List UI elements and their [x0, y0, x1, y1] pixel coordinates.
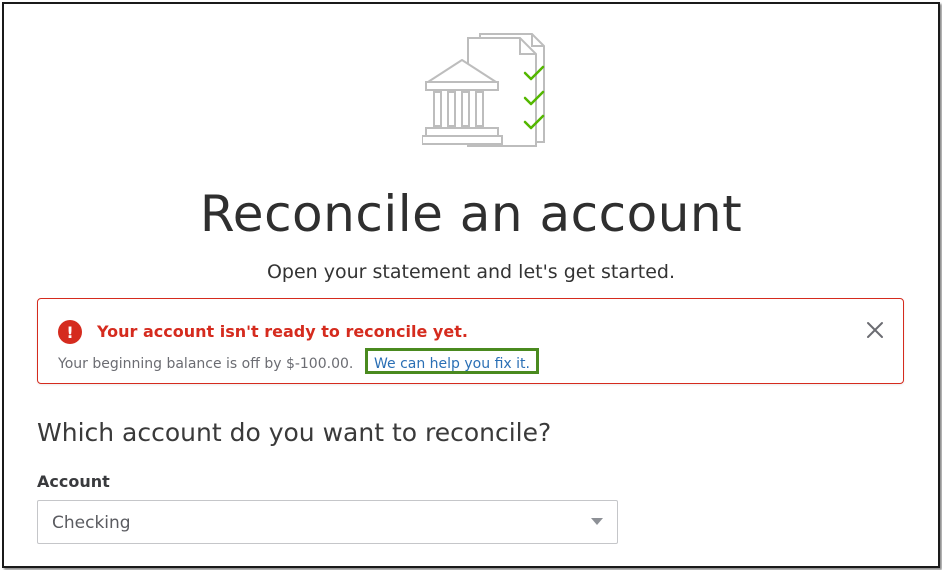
bank-document-checklist-icon — [421, 30, 568, 152]
chevron-down-icon[interactable] — [591, 518, 603, 525]
fix-it-link[interactable]: We can help you fix it. — [365, 348, 539, 374]
alert-title: Your account isn't ready to reconcile ye… — [97, 322, 468, 341]
account-select-value: Checking — [52, 513, 131, 533]
close-icon[interactable] — [864, 319, 886, 341]
error-icon: ! — [58, 320, 82, 344]
account-question: Which account do you want to reconcile? — [37, 418, 552, 447]
alert-message: Your beginning balance is off by $-100.0… — [58, 356, 354, 372]
error-alert: ! Your account isn't ready to reconcile … — [37, 298, 904, 384]
account-select[interactable]: Checking — [37, 500, 618, 544]
page-title: Reconcile an account — [199, 185, 743, 243]
account-label: Account — [37, 472, 110, 491]
reconcile-page: Reconcile an account Open your statement… — [2, 2, 940, 568]
page-subtitle: Open your statement and let's get starte… — [266, 261, 676, 283]
